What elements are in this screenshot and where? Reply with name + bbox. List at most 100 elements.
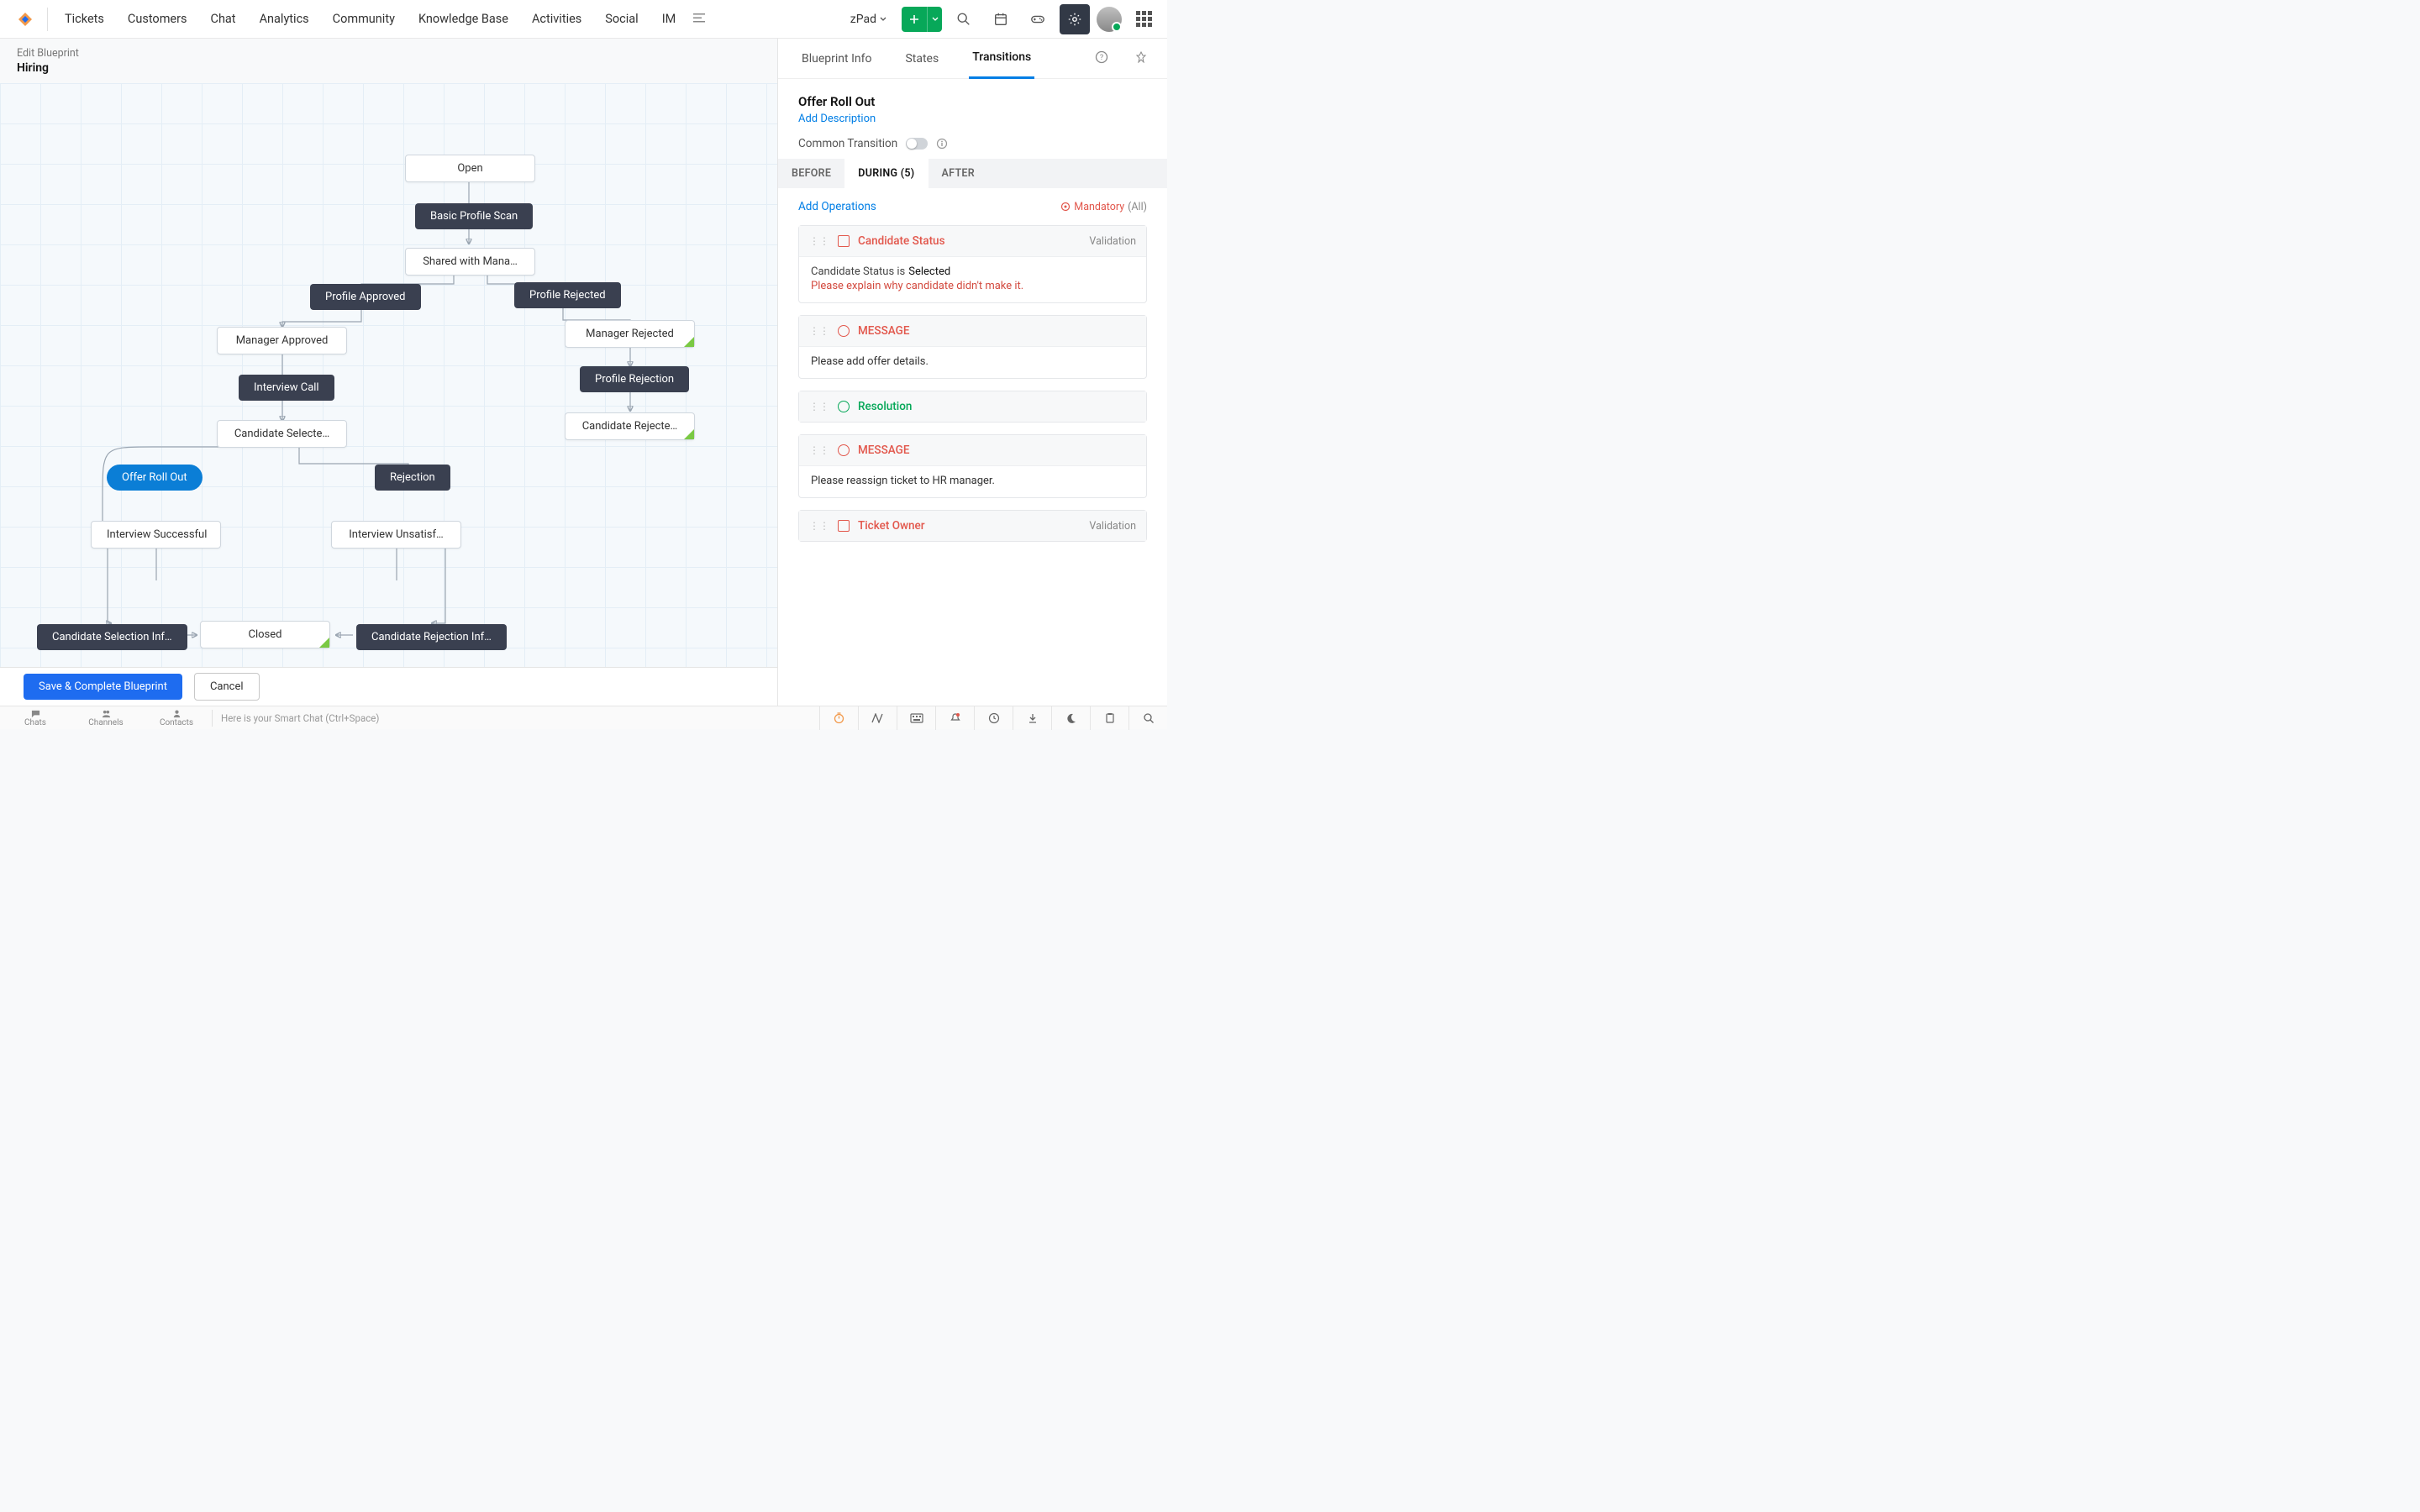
node-candidate-selection-info[interactable]: Candidate Selection Inf…	[37, 624, 187, 650]
gamepad-icon	[1030, 12, 1045, 27]
search-button[interactable]	[949, 4, 979, 34]
timer-icon	[833, 711, 845, 724]
help-button[interactable]: ?	[1095, 50, 1108, 67]
pin-icon	[1135, 51, 1147, 63]
info-icon[interactable]	[936, 138, 948, 150]
node-candidate-rejected[interactable]: Candidate Rejecte…	[565, 412, 695, 440]
search-bottom-button[interactable]	[1128, 706, 1167, 730]
field-icon	[838, 235, 850, 247]
bottom-tab-channels[interactable]: Channels	[71, 706, 141, 730]
op-body-label: Candidate Status is	[811, 265, 905, 278]
operation-title: Ticket Owner	[858, 519, 925, 533]
calendar-button[interactable]	[986, 4, 1016, 34]
drag-handle-icon[interactable]: ⋮⋮	[809, 444, 829, 456]
mandatory-all: (All)	[1128, 201, 1147, 213]
breadcrumb: Edit Blueprint	[17, 47, 760, 60]
node-interview-call[interactable]: Interview Call	[239, 375, 334, 401]
save-complete-button[interactable]: Save & Complete Blueprint	[24, 674, 182, 700]
timer-button[interactable]	[819, 706, 858, 730]
node-interview-successful[interactable]: Interview Successful	[91, 521, 221, 549]
settings-button[interactable]	[1060, 4, 1090, 34]
org-selector[interactable]: zPad	[842, 13, 895, 26]
quick-add-button[interactable]	[902, 7, 927, 32]
operation-card[interactable]: ⋮⋮ MESSAGE Please reassign ticket to HR …	[798, 434, 1147, 498]
drag-handle-icon[interactable]: ⋮⋮	[809, 520, 829, 532]
channels-icon	[102, 709, 111, 718]
mandatory-icon	[1060, 202, 1071, 212]
common-transition-row: Common Transition	[798, 137, 1147, 150]
node-offer-roll-out[interactable]: Offer Roll Out	[107, 465, 203, 491]
clipboard-button[interactable]	[1090, 706, 1128, 730]
nav-analytics[interactable]: Analytics	[248, 0, 321, 39]
node-open[interactable]: Open	[405, 155, 535, 182]
node-interview-unsatisf[interactable]: Interview Unsatisf…	[331, 521, 461, 549]
blueprint-canvas[interactable]: Open Basic Profile Scan Shared with Mana…	[0, 83, 777, 667]
notification-button[interactable]	[935, 706, 974, 730]
node-rejection[interactable]: Rejection	[375, 465, 450, 491]
tab-transitions[interactable]: Transitions	[969, 39, 1034, 79]
zia-button[interactable]	[858, 706, 897, 730]
add-operations-link[interactable]: Add Operations	[798, 200, 876, 213]
nav-activities[interactable]: Activities	[520, 0, 593, 39]
pin-button[interactable]	[1135, 50, 1147, 66]
node-closed[interactable]: Closed	[200, 621, 330, 648]
nav-more-icon[interactable]	[692, 11, 706, 28]
smart-chat-hint[interactable]: Here is your Smart Chat (Ctrl+Space)	[221, 712, 379, 724]
common-transition-toggle[interactable]	[906, 138, 928, 150]
node-profile-approved[interactable]: Profile Approved	[310, 284, 421, 310]
import-button[interactable]	[1013, 706, 1051, 730]
node-profile-rejection[interactable]: Profile Rejection	[580, 366, 689, 392]
operation-title: MESSAGE	[858, 444, 909, 457]
apps-button[interactable]	[1128, 4, 1159, 34]
bell-icon	[950, 712, 961, 724]
validation-label: Validation	[1089, 235, 1136, 248]
org-name: zPad	[850, 13, 876, 26]
nav-customers[interactable]: Customers	[116, 0, 199, 39]
bottom-tab-chats[interactable]: Chats	[0, 706, 71, 730]
tab-blueprint-info[interactable]: Blueprint Info	[798, 39, 875, 79]
node-candidate-selected[interactable]: Candidate Selecte…	[217, 420, 347, 448]
search-icon	[956, 12, 971, 27]
phase-during[interactable]: DURING (5)	[844, 159, 928, 188]
drag-handle-icon[interactable]: ⋮⋮	[809, 401, 829, 412]
node-profile-rejected[interactable]: Profile Rejected	[514, 282, 621, 308]
add-description-link[interactable]: Add Description	[798, 113, 1147, 125]
resolution-icon	[838, 401, 850, 412]
nav-social[interactable]: Social	[593, 0, 650, 39]
transition-title: Offer Roll Out	[798, 94, 1147, 109]
gamepad-button[interactable]	[1023, 4, 1053, 34]
nav-knowledge-base[interactable]: Knowledge Base	[407, 0, 520, 39]
node-manager-approved[interactable]: Manager Approved	[217, 327, 347, 354]
phase-before[interactable]: BEFORE	[778, 159, 844, 188]
drag-handle-icon[interactable]: ⋮⋮	[809, 235, 829, 247]
mandatory-indicator[interactable]: Mandatory (All)	[1060, 201, 1147, 213]
operation-card[interactable]: ⋮⋮ Ticket Owner Validation	[798, 510, 1147, 542]
keyboard-button[interactable]	[897, 706, 935, 730]
user-avatar[interactable]	[1097, 7, 1122, 32]
node-manager-rejected[interactable]: Manager Rejected	[565, 320, 695, 348]
message-icon	[838, 325, 850, 337]
nav-im[interactable]: IM	[650, 0, 688, 39]
phase-after[interactable]: AFTER	[929, 159, 989, 188]
quick-add-dropdown[interactable]	[927, 7, 942, 32]
nav-community[interactable]: Community	[321, 0, 407, 39]
operation-card[interactable]: ⋮⋮ Candidate Status Validation Candidate…	[798, 225, 1147, 303]
nav-tickets[interactable]: Tickets	[53, 0, 116, 39]
chat-icon	[31, 709, 40, 718]
node-shared-with-manager[interactable]: Shared with Mana…	[405, 248, 535, 276]
blueprint-title: Hiring	[17, 61, 760, 75]
nav-chat[interactable]: Chat	[199, 0, 248, 39]
import-icon	[1027, 712, 1039, 724]
clock-icon	[988, 712, 1000, 724]
operation-card[interactable]: ⋮⋮ Resolution	[798, 391, 1147, 423]
node-candidate-rejection-info[interactable]: Candidate Rejection Inf…	[356, 624, 507, 650]
operation-card[interactable]: ⋮⋮ MESSAGE Please add offer details.	[798, 315, 1147, 379]
bottom-tab-contacts[interactable]: Contacts	[141, 706, 212, 730]
tab-states[interactable]: States	[902, 39, 942, 79]
drag-handle-icon[interactable]: ⋮⋮	[809, 325, 829, 337]
node-basic-profile-scan[interactable]: Basic Profile Scan	[415, 203, 533, 229]
theme-button[interactable]	[1051, 706, 1090, 730]
search-icon	[1143, 712, 1155, 724]
cancel-button[interactable]: Cancel	[194, 673, 260, 701]
recent-button[interactable]	[974, 706, 1013, 730]
